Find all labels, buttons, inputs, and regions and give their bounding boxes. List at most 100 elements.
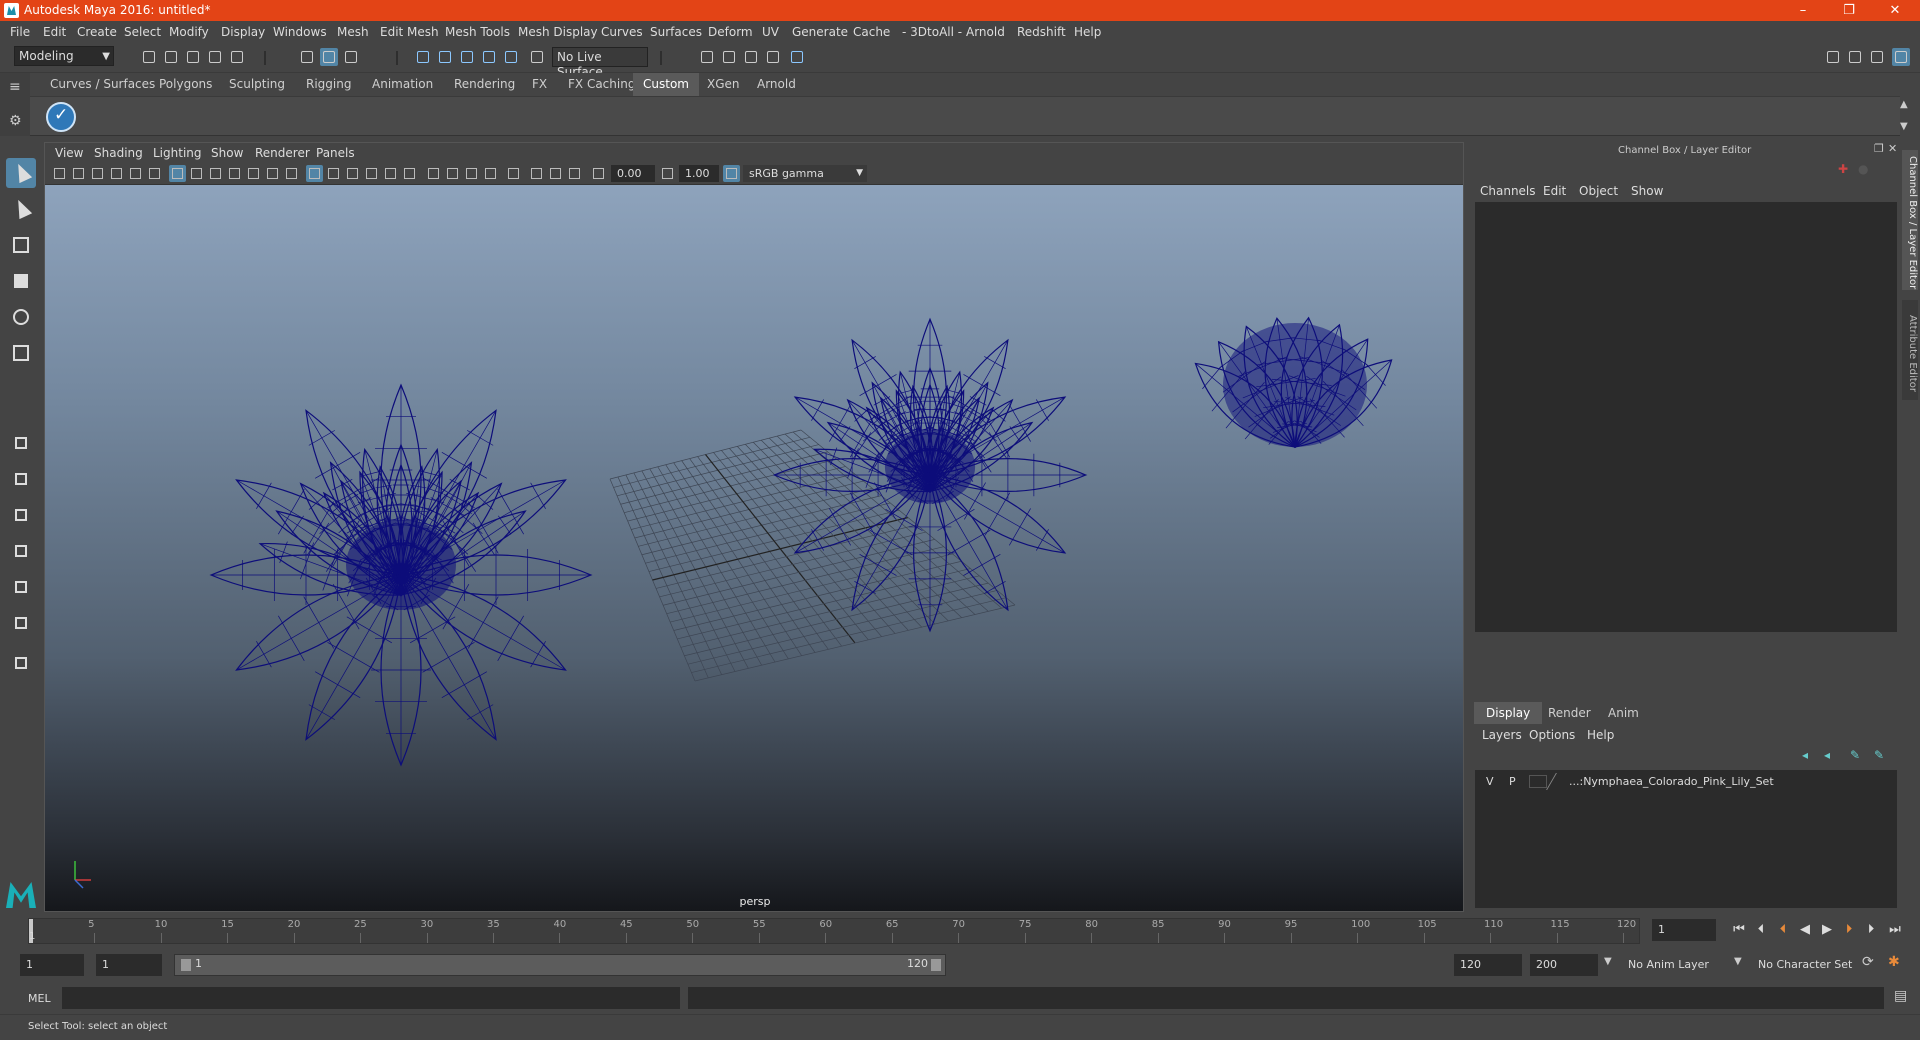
close-button[interactable]: ✕ (1872, 0, 1918, 21)
chevron-down-icon[interactable]: ▼ (1734, 956, 1742, 967)
hypershade-layout-icon[interactable] (6, 608, 36, 638)
shelf-gear-icon[interactable]: ⚙ (9, 113, 22, 129)
gamma-field[interactable]: 1.00 (679, 165, 719, 182)
shelf-tab-custom[interactable]: Custom (633, 73, 699, 96)
mode-selector[interactable]: Modeling ▼ (14, 46, 114, 66)
layer-playback-toggle[interactable]: P (1509, 773, 1516, 790)
save-scene-icon[interactable] (184, 48, 202, 66)
film-gate-icon[interactable] (188, 165, 205, 182)
menu-generate[interactable]: Generate (792, 25, 848, 39)
anti-aliasing-icon[interactable] (482, 165, 499, 182)
close-panel-icon[interactable]: ✕ (1888, 142, 1897, 155)
anim-layer-dropdown[interactable]: No Anim Layer (1622, 954, 1744, 976)
shelf-tab-curves-surfaces[interactable]: Curves / Surfaces (40, 73, 165, 96)
shelf-tab-fx[interactable]: FX (522, 73, 557, 96)
menu-file[interactable]: File (10, 25, 30, 39)
command-input[interactable] (62, 987, 680, 1009)
safe-action-icon[interactable] (264, 165, 281, 182)
cb-menu-show[interactable]: Show (1631, 184, 1663, 198)
menu-uv[interactable]: UV (762, 25, 779, 39)
select-component-icon[interactable] (342, 48, 360, 66)
viewport-menu-panels[interactable]: Panels (316, 146, 355, 160)
play-forwards-icon[interactable]: ▶ (1818, 921, 1836, 939)
ipr-render-icon[interactable] (742, 48, 760, 66)
animation-start-field[interactable]: 1 (20, 954, 84, 976)
check-circle-icon[interactable] (46, 102, 76, 132)
range-start-handle[interactable] (181, 959, 191, 971)
move-tool-icon[interactable] (6, 266, 36, 296)
layer-name[interactable]: ...:Nymphaea_Colorado_Pink_Lily_Set (1569, 773, 1774, 790)
toggle-modeling-toolkit-icon[interactable] (1846, 48, 1864, 66)
exposure-icon[interactable] (590, 165, 607, 182)
move-layer-up-icon[interactable]: ◂ (1802, 748, 1808, 762)
undo-icon[interactable] (206, 48, 224, 66)
live-surface-field[interactable]: No Live Surface (552, 47, 648, 79)
select-tool-icon[interactable] (6, 158, 36, 188)
xray-joints-icon[interactable] (547, 165, 564, 182)
layer-row[interactable]: V P ...:Nymphaea_Colorado_Pink_Lily_Set (1479, 773, 1893, 790)
viewport-menu-shading[interactable]: Shading (94, 146, 143, 160)
screen-space-ao-icon[interactable] (444, 165, 461, 182)
layer-menu-layers[interactable]: Layers (1482, 728, 1522, 742)
current-frame-field[interactable]: 1 (1652, 919, 1716, 941)
use-all-lights-icon[interactable] (401, 165, 418, 182)
image-plane-icon[interactable] (108, 165, 125, 182)
paint-select-tool-icon[interactable] (6, 230, 36, 260)
workspace-icon[interactable] (1824, 48, 1842, 66)
command-language-label[interactable]: MEL (28, 992, 51, 1005)
new-scene-icon[interactable] (140, 48, 158, 66)
new-empty-layer-icon[interactable]: ✎ (1850, 748, 1860, 762)
open-scene-icon[interactable] (162, 48, 180, 66)
shelf-tab-animation[interactable]: Animation (362, 73, 443, 96)
restore-button[interactable]: ❐ (1826, 0, 1872, 21)
select-camera-icon[interactable] (51, 165, 68, 182)
range-end-handle[interactable] (931, 959, 941, 971)
smooth-shade-icon[interactable] (325, 165, 342, 182)
side-tab-channel-box[interactable]: Channel Box / Layer Editor (1902, 150, 1918, 290)
range-bar[interactable]: 1 120 (174, 954, 946, 976)
shelf-menu-icon[interactable]: ≡ (9, 79, 21, 95)
camera-attributes-icon[interactable] (70, 165, 87, 182)
grease-pencil-icon[interactable] (146, 165, 163, 182)
snap-curve-icon[interactable] (436, 48, 454, 66)
viewport-menu-show[interactable]: Show (211, 146, 243, 160)
wireframe-on-shaded-icon[interactable] (363, 165, 380, 182)
step-back-key-icon[interactable]: ⏴ (1774, 921, 1792, 939)
3d-scene[interactable]: persp (45, 185, 1463, 911)
cb-menu-edit[interactable]: Edit (1543, 184, 1566, 198)
layer-display-type[interactable] (1529, 775, 1547, 788)
time-slider-track[interactable]: 1 5 10 15 20 25 30 35 40 45 50 55 60 65 70 75 80 85 90 95 1… (28, 918, 1640, 944)
hypershade-icon[interactable] (788, 48, 806, 66)
layer-tab-display[interactable]: Display (1474, 702, 1543, 724)
side-tab-attribute-editor[interactable]: Attribute Editor (1902, 300, 1918, 400)
auto-key-icon[interactable]: ⟳ (1862, 954, 1874, 970)
single-pane-layout-icon[interactable] (6, 428, 36, 458)
render-settings-icon[interactable] (764, 48, 782, 66)
speed-icon[interactable]: ● (1858, 162, 1868, 176)
layer-menu-options[interactable]: Options (1529, 728, 1575, 742)
four-pane-layout-icon[interactable] (6, 464, 36, 494)
shelf-tab-xgen[interactable]: XGen (697, 73, 750, 96)
snap-live-icon[interactable] (502, 48, 520, 66)
menu-curves[interactable]: Curves (601, 25, 643, 39)
grid-toggle-icon[interactable] (169, 165, 186, 182)
snap-grid-icon[interactable] (414, 48, 432, 66)
menu-mesh-display[interactable]: Mesh Display (518, 25, 598, 39)
menu-edit[interactable]: Edit (43, 25, 66, 39)
playback-end-field[interactable]: 120 (1454, 954, 1522, 976)
safe-title-icon[interactable] (283, 165, 300, 182)
layer-color-swatch[interactable] (1546, 773, 1569, 790)
render-frame-icon[interactable] (720, 48, 738, 66)
minimize-button[interactable]: – (1780, 0, 1826, 21)
animation-end-field[interactable]: 200 (1530, 954, 1598, 976)
bookmarks-icon[interactable] (89, 165, 106, 182)
cb-menu-object[interactable]: Object (1579, 184, 1618, 198)
move-layer-down-icon[interactable]: ◂ (1824, 748, 1830, 762)
menu-display[interactable]: Display (221, 25, 265, 39)
shelf-tab-sculpting[interactable]: Sculpting (219, 73, 295, 96)
select-hierarchy-icon[interactable] (298, 48, 316, 66)
custom-layout-icon[interactable] (6, 648, 36, 678)
gate-mask-icon[interactable] (226, 165, 243, 182)
scale-tool-icon[interactable] (6, 338, 36, 368)
make-live-icon[interactable] (528, 48, 546, 66)
